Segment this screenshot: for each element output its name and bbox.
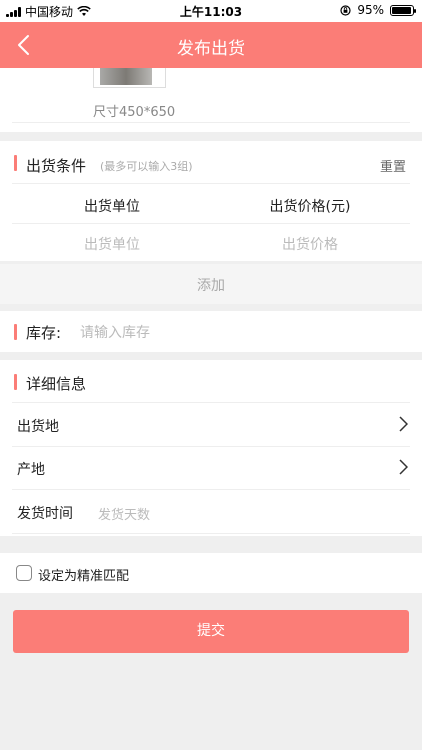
- stock-card: 库存: 请输入库存: [0, 311, 422, 352]
- section-marker: [14, 155, 17, 171]
- precise-match-label[interactable]: 设定为精准匹配: [38, 565, 129, 584]
- shipping-time-row: 发货时间 发货天数: [0, 490, 422, 533]
- product-image[interactable]: [93, 68, 166, 88]
- price-input[interactable]: 出货价格: [210, 234, 410, 254]
- divider: [12, 183, 410, 184]
- battery-fill: [392, 6, 411, 14]
- conditions-card: 出货条件 (最多可以输入3组) 重置 出货单位 出货价格(元) 出货单位 出货价…: [0, 141, 422, 261]
- add-condition-button[interactable]: 添加: [0, 264, 422, 304]
- image-size-hint: 尺寸450*650: [93, 105, 176, 120]
- section-marker: [14, 324, 17, 340]
- add-label: 添加: [197, 278, 225, 294]
- divider: [12, 533, 410, 534]
- shipping-days-input[interactable]: 发货天数: [98, 504, 150, 523]
- screen: 中国移动 上午11:03 95% 发布出货 尺寸450*650 出货条件 (最多…: [0, 0, 422, 750]
- origin-row[interactable]: 产地: [0, 446, 422, 489]
- nav-bar: 发布出货: [0, 22, 422, 68]
- battery-icon: [390, 4, 416, 16]
- orientation-lock-icon: [340, 4, 351, 16]
- chevron-right-icon: [399, 459, 408, 475]
- column-header-price: 出货价格(元): [269, 199, 351, 215]
- divider: [12, 122, 410, 123]
- conditions-hint: (最多可以输入3组): [100, 160, 193, 173]
- precise-match-row: 设定为精准匹配: [0, 553, 422, 593]
- divider: [12, 223, 410, 224]
- column-header-unit: 出货单位: [84, 199, 140, 215]
- row-label: 产地: [17, 462, 45, 478]
- precise-match-checkbox[interactable]: [16, 565, 32, 581]
- conditions-title: 出货条件: [26, 157, 87, 175]
- submit-button[interactable]: 提交: [13, 610, 409, 653]
- reset-button[interactable]: 重置: [380, 156, 406, 175]
- chevron-right-icon: [399, 416, 408, 432]
- origin-shipping-row[interactable]: 出货地: [0, 403, 422, 446]
- product-image-preview: [100, 68, 152, 85]
- row-label: 出货地: [17, 419, 59, 435]
- image-card: 尺寸450*650: [0, 68, 422, 132]
- row-label: 发货时间: [17, 506, 73, 522]
- details-title: 详细信息: [26, 375, 87, 393]
- status-right: 95%: [340, 3, 416, 17]
- page-title: 发布出货: [177, 39, 245, 59]
- stock-input[interactable]: 请输入库存: [80, 322, 150, 342]
- unit-input[interactable]: 出货单位: [12, 234, 212, 254]
- status-bar: 中国移动 上午11:03 95%: [0, 0, 422, 22]
- battery-percent: 95%: [357, 3, 384, 17]
- details-card: 详细信息 出货地 产地 发货时间 发货天数: [0, 360, 422, 536]
- section-marker: [14, 374, 17, 390]
- stock-label: 库存:: [26, 324, 62, 342]
